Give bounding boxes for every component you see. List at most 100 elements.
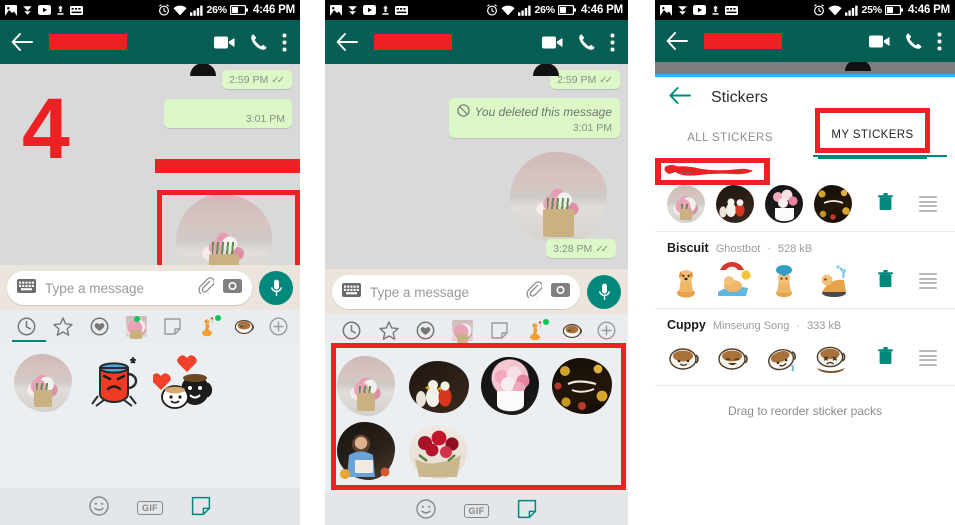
add-sticker-pack-button[interactable] xyxy=(264,316,292,336)
overflow-menu-icon[interactable] xyxy=(937,32,942,51)
message-row-1[interactable]: 2:59 PM ✓✓ xyxy=(325,64,628,89)
camera-icon[interactable] xyxy=(551,282,570,303)
sticker-item[interactable] xyxy=(82,352,148,414)
trash-icon[interactable] xyxy=(878,346,893,370)
sticker-thumb[interactable] xyxy=(716,185,754,223)
sticker-item[interactable] xyxy=(153,352,219,414)
pack-controls[interactable] xyxy=(878,192,943,216)
sticker-item[interactable] xyxy=(10,352,76,414)
message-input-bar[interactable]: Type a message xyxy=(0,265,300,310)
stickers-manager-tabs[interactable]: ALL STICKERS MY STICKERS MY STICKERS xyxy=(655,108,955,159)
camera-icon[interactable] xyxy=(223,278,242,299)
message-input-placeholder[interactable]: Type a message xyxy=(370,285,517,300)
sticker-packs-list[interactable]: Biscuit Ghostbot · 528 kB Cuppy Minseung… xyxy=(655,157,955,525)
sticker-thumb[interactable] xyxy=(716,262,754,300)
add-sticker-pack-button[interactable] xyxy=(592,320,620,340)
pack-thumbnails[interactable] xyxy=(667,185,878,223)
youtube-icon xyxy=(38,5,51,15)
message-input-pill[interactable]: Type a message xyxy=(332,275,580,309)
tab-favorites[interactable] xyxy=(407,314,444,346)
tab-giraffe-pack[interactable] xyxy=(191,310,228,342)
video-call-icon[interactable] xyxy=(869,34,891,49)
drag-handle-icon[interactable] xyxy=(919,350,937,366)
tab-my-stickers[interactable] xyxy=(118,310,155,342)
sticker-pack-row[interactable] xyxy=(655,157,955,232)
chat-message-list[interactable]: 2:59 PM ✓✓ You deleted this message 3:01 … xyxy=(325,63,628,269)
tab-favorites[interactable] xyxy=(81,310,118,342)
back-arrow-icon[interactable] xyxy=(669,87,691,109)
emoji-icon[interactable] xyxy=(89,495,109,521)
voice-call-icon[interactable] xyxy=(250,33,268,51)
message-bubble: 2:59 PM ✓✓ xyxy=(222,70,292,89)
video-call-icon[interactable] xyxy=(542,35,564,50)
sticker-thumb[interactable] xyxy=(814,262,852,300)
sticker-thumb[interactable] xyxy=(765,339,803,377)
back-arrow-icon[interactable] xyxy=(334,29,360,55)
message-input-placeholder[interactable]: Type a message xyxy=(45,281,189,296)
sticker-grid[interactable] xyxy=(0,342,300,424)
sticker-pack-row[interactable]: Cuppy Minseung Song · 333 kB xyxy=(655,309,955,386)
trash-icon[interactable] xyxy=(878,269,893,293)
message-row-2[interactable]: 3:01 PM xyxy=(0,89,300,128)
sticker-thumb[interactable] xyxy=(716,339,754,377)
emoji-gif-sticker-bar[interactable]: GIF xyxy=(325,491,628,525)
overflow-menu-icon[interactable] xyxy=(282,33,287,52)
emoji-gif-sticker-bar[interactable]: GIF xyxy=(0,488,300,525)
youtube-icon xyxy=(693,5,706,15)
sticker-thumb[interactable] xyxy=(765,185,803,223)
sticker-grid-pane[interactable] xyxy=(0,342,300,488)
overflow-menu-icon[interactable] xyxy=(610,33,615,52)
paperclip-icon[interactable] xyxy=(526,281,543,303)
chat-message-list[interactable]: 4 2:59 PM ✓✓ 3:01 PM xyxy=(0,63,300,316)
tab-recents[interactable] xyxy=(333,314,370,346)
sticker-tab-strip[interactable] xyxy=(0,310,300,342)
sticker-icon[interactable] xyxy=(517,499,537,524)
microphone-button[interactable] xyxy=(259,271,293,305)
sticker-icon[interactable] xyxy=(191,496,211,521)
microphone-button[interactable] xyxy=(587,275,621,309)
back-arrow-icon[interactable] xyxy=(9,29,35,55)
message-row-deleted[interactable]: You deleted this message 3:01 PM xyxy=(325,89,628,138)
keyboard-icon[interactable] xyxy=(17,278,36,298)
sticker-message-tulips[interactable] xyxy=(510,152,607,244)
sticker-thumb[interactable] xyxy=(765,262,803,300)
keyboard-icon[interactable] xyxy=(342,282,361,302)
emoji-icon[interactable] xyxy=(415,498,436,524)
drag-handle-icon[interactable] xyxy=(919,196,937,212)
tab-my-stickers[interactable] xyxy=(444,314,481,346)
drag-handle-icon[interactable] xyxy=(919,273,937,289)
tab-starred[interactable] xyxy=(370,314,407,346)
gif-icon[interactable]: GIF xyxy=(137,501,163,515)
pack-controls[interactable] xyxy=(878,346,943,370)
tab-giraffe-pack[interactable] xyxy=(518,314,555,346)
tab-starred[interactable] xyxy=(45,310,82,342)
tab-cuppy-pack[interactable] xyxy=(227,310,264,342)
sticker-thumb[interactable] xyxy=(667,185,705,223)
voice-call-icon[interactable] xyxy=(905,32,923,50)
video-call-icon[interactable] xyxy=(214,35,236,50)
sticker-thumb[interactable] xyxy=(814,339,852,377)
reorder-hint-text: Drag to reorder sticker packs xyxy=(655,386,955,418)
sticker-grid-pane[interactable] xyxy=(325,343,628,491)
pack-thumbnails[interactable] xyxy=(667,262,878,300)
sticker-thumb[interactable] xyxy=(667,339,705,377)
message-input-bar[interactable]: Type a message xyxy=(325,269,628,314)
voice-call-icon[interactable] xyxy=(578,33,596,51)
tab-sticker-pack-blank[interactable] xyxy=(154,310,191,342)
message-input-pill[interactable]: Type a message xyxy=(7,271,252,305)
gif-icon[interactable]: GIF xyxy=(463,504,490,518)
trash-icon[interactable] xyxy=(878,192,893,216)
tab-all-stickers[interactable]: ALL STICKERS xyxy=(655,119,805,157)
tab-cuppy-pack[interactable] xyxy=(555,314,592,346)
paperclip-icon[interactable] xyxy=(198,277,215,299)
new-badge-dot xyxy=(215,315,222,321)
tab-sticker-pack-blank[interactable] xyxy=(481,314,518,346)
pack-thumbnails[interactable] xyxy=(667,339,878,377)
sticker-thumb[interactable] xyxy=(667,262,705,300)
sticker-pack-row[interactable]: Biscuit Ghostbot · 528 kB xyxy=(655,232,955,309)
back-arrow-icon[interactable] xyxy=(664,28,690,54)
sticker-tab-strip[interactable] xyxy=(325,314,628,346)
sticker-thumb[interactable] xyxy=(814,185,852,223)
pack-controls[interactable] xyxy=(878,269,943,293)
tab-recents[interactable] xyxy=(8,310,46,342)
